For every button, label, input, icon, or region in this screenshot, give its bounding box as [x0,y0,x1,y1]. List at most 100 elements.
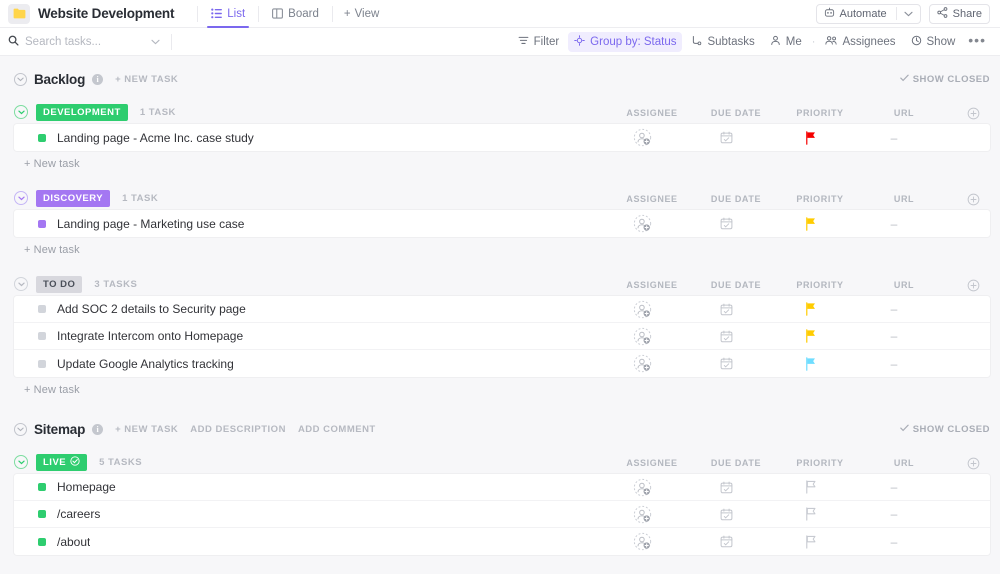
task-table: Add SOC 2 details to Security page [14,296,990,377]
table-row[interactable]: /careers [14,501,990,528]
collapse-chevron-icon[interactable] [14,191,28,205]
task-name-cell[interactable]: Add SOC 2 details to Security page [14,302,600,316]
show-closed-button[interactable]: SHOW CLOSED [900,424,990,435]
assignee-cell[interactable] [600,300,684,319]
due-date-cell[interactable] [684,303,768,316]
me-button[interactable]: Me [764,32,808,52]
add-column-icon[interactable] [946,193,1000,206]
task-name-cell[interactable]: Homepage [14,480,600,494]
flag-icon [804,480,817,494]
new-task-link[interactable]: + NEW TASK [115,74,178,85]
group-by-button[interactable]: Group by: Status [568,32,682,52]
collapse-chevron-icon[interactable] [14,105,28,119]
add-column-icon[interactable] [946,107,1000,120]
me-label: Me [786,36,802,48]
url-cell[interactable]: – [852,480,936,494]
url-cell[interactable]: – [852,302,936,316]
task-name-cell[interactable]: Landing page - Marketing use case [14,217,600,231]
priority-cell[interactable] [768,302,852,316]
url-cell[interactable]: – [852,507,936,521]
subtasks-button[interactable]: Subtasks [685,32,760,52]
due-date-cell[interactable] [684,217,768,230]
column-headers: ASSIGNEE DUE DATE PRIORITY URL [0,452,1000,474]
collapse-chevron-icon[interactable] [14,73,27,86]
column-header-url: URL [862,458,946,468]
assignees-button[interactable]: Assignees [819,32,901,52]
group-todo: TO DO 3 TASKS ASSIGNEE DUE DATE PRIORITY… [0,272,1000,396]
show-closed-button[interactable]: SHOW CLOSED [900,74,990,85]
due-date-cell[interactable] [684,131,768,144]
separator-dot: · [811,36,817,48]
collapse-chevron-icon[interactable] [14,277,28,291]
priority-cell[interactable] [768,357,852,371]
status-badge[interactable]: DEVELOPMENT [36,104,128,121]
info-icon[interactable]: i [92,424,103,435]
automate-button[interactable]: Automate [816,4,921,24]
chevron-down-icon[interactable] [151,36,160,48]
table-row[interactable]: Landing page - Acme Inc. case study [14,124,990,151]
assignee-cell[interactable] [600,505,684,524]
new-task-inline-button[interactable]: + New task [0,151,1000,170]
due-date-cell[interactable] [684,330,768,343]
status-badge[interactable]: LIVE [36,454,87,471]
table-row[interactable]: Add SOC 2 details to Security page [14,296,990,323]
task-name-cell[interactable]: Update Google Analytics tracking [14,357,600,371]
collapse-chevron-icon[interactable] [14,423,27,436]
filter-button[interactable]: Filter [512,32,566,52]
priority-cell[interactable] [768,507,852,521]
table-row[interactable]: Landing page - Marketing use case [14,210,990,237]
due-date-cell[interactable] [684,357,768,370]
assignee-cell[interactable] [600,354,684,373]
add-view-button[interactable]: + View [344,8,379,20]
priority-cell[interactable] [768,535,852,549]
show-button[interactable]: Show [905,32,962,52]
table-row[interactable]: /about [14,528,990,555]
priority-cell[interactable] [768,480,852,494]
add-comment-link[interactable]: ADD COMMENT [298,424,376,435]
priority-cell[interactable] [768,329,852,343]
assignee-cell[interactable] [600,214,684,233]
status-dot [38,510,46,518]
priority-cell[interactable] [768,131,852,145]
share-button[interactable]: Share [929,4,990,24]
due-date-cell[interactable] [684,481,768,494]
status-badge[interactable]: DISCOVERY [36,190,110,207]
assignee-cell[interactable] [600,532,684,551]
due-date-cell[interactable] [684,535,768,548]
status-badge[interactable]: TO DO [36,276,82,293]
info-icon[interactable]: i [92,74,103,85]
add-column-icon[interactable] [946,279,1000,292]
task-name-cell[interactable]: Integrate Intercom onto Homepage [14,329,600,343]
more-options-button[interactable]: ••• [964,32,990,52]
url-cell[interactable]: – [852,217,936,231]
assignee-cell[interactable] [600,478,684,497]
table-row[interactable]: Integrate Intercom onto Homepage [14,323,990,350]
search-input[interactable]: Search tasks... [8,32,160,52]
chevron-down-icon[interactable] [904,8,913,20]
url-cell[interactable]: – [852,535,936,549]
task-count: 5 TASKS [99,457,142,468]
due-date-cell[interactable] [684,508,768,521]
url-cell[interactable]: – [852,357,936,371]
calendar-icon [720,357,733,370]
task-name-cell[interactable]: Landing page - Acme Inc. case study [14,131,600,145]
url-cell[interactable]: – [852,131,936,145]
assignee-cell[interactable] [600,128,684,147]
url-cell[interactable]: – [852,329,936,343]
tab-list[interactable]: List [209,0,247,28]
new-task-inline-button[interactable]: + New task [0,237,1000,256]
new-task-inline-button[interactable]: + New task [0,377,1000,396]
add-description-link[interactable]: ADD DESCRIPTION [190,424,286,435]
task-name-cell[interactable]: /about [14,535,600,549]
add-column-icon[interactable] [946,457,1000,470]
table-row[interactable]: Homepage [14,474,990,501]
assignee-cell[interactable] [600,327,684,346]
group-discovery: DISCOVERY 1 TASK ASSIGNEE DUE DATE PRIOR… [0,186,1000,256]
tab-board[interactable]: Board [270,0,321,28]
divider [896,7,897,20]
priority-cell[interactable] [768,217,852,231]
collapse-chevron-icon[interactable] [14,455,28,469]
new-task-link[interactable]: + NEW TASK [115,424,178,435]
task-name-cell[interactable]: /careers [14,507,600,521]
table-row[interactable]: Update Google Analytics tracking [14,350,990,377]
